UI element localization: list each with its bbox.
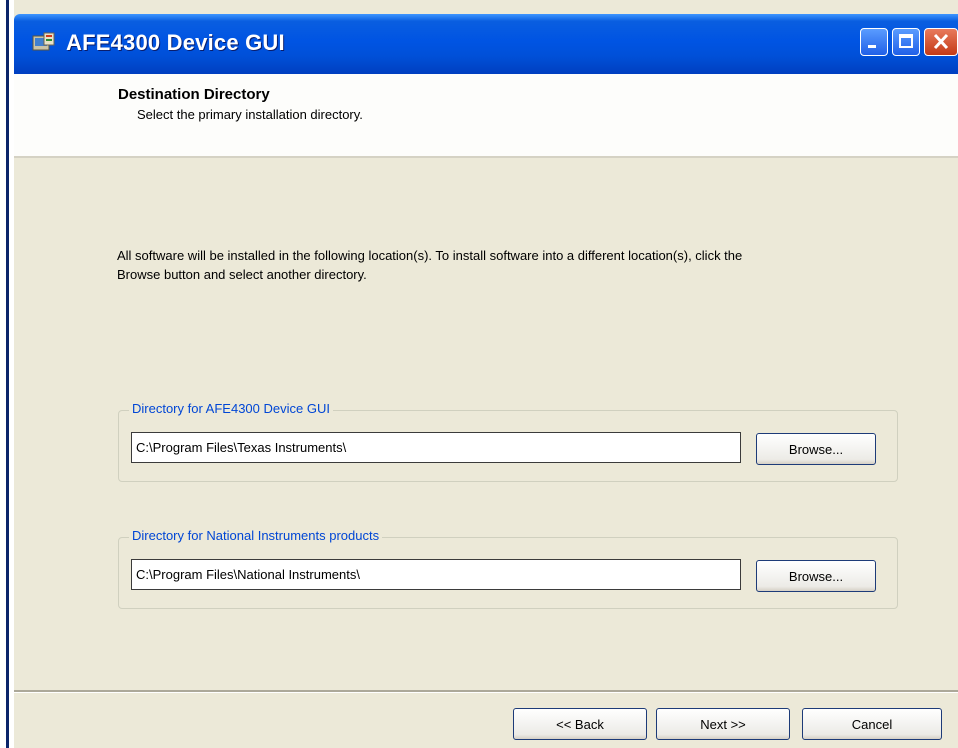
cancel-button[interactable]: Cancel bbox=[802, 708, 942, 740]
title-bar[interactable]: AFE4300 Device GUI bbox=[14, 14, 958, 74]
minimize-button[interactable] bbox=[860, 28, 888, 56]
header-title: Destination Directory bbox=[118, 86, 270, 103]
directory-group-label: Directory for AFE4300 Device GUI bbox=[129, 401, 333, 416]
close-button[interactable] bbox=[924, 28, 958, 56]
header-subtitle: Select the primary installation director… bbox=[137, 107, 363, 122]
window-title: AFE4300 Device GUI bbox=[66, 30, 285, 55]
header-divider bbox=[14, 156, 958, 158]
directory-path-input[interactable] bbox=[131, 559, 741, 590]
directory-group-afe4300: Directory for AFE4300 Device GUI Browse.… bbox=[118, 401, 898, 482]
intro-text: All software will be installed in the fo… bbox=[117, 248, 743, 282]
directory-group-label: Directory for National Instruments produ… bbox=[129, 528, 383, 543]
browse-button[interactable]: Browse... bbox=[756, 560, 876, 592]
maximize-icon bbox=[899, 34, 913, 48]
installer-window: AFE4300 Device GUI Destination Directory… bbox=[0, 0, 958, 748]
minimize-icon bbox=[868, 45, 876, 48]
back-button[interactable]: << Back bbox=[513, 708, 647, 740]
window-left-edge bbox=[0, 0, 14, 748]
directory-path-input[interactable] bbox=[131, 432, 741, 463]
footer-divider bbox=[14, 690, 958, 693]
browse-button[interactable]: Browse... bbox=[756, 433, 876, 465]
directory-group-national-instruments: Directory for National Instruments produ… bbox=[118, 528, 898, 609]
close-icon bbox=[933, 33, 949, 50]
wizard-header: Destination Directory Select the primary… bbox=[14, 74, 958, 156]
next-button[interactable]: Next >> bbox=[656, 708, 790, 740]
installer-icon bbox=[32, 31, 56, 55]
maximize-button[interactable] bbox=[892, 28, 920, 56]
